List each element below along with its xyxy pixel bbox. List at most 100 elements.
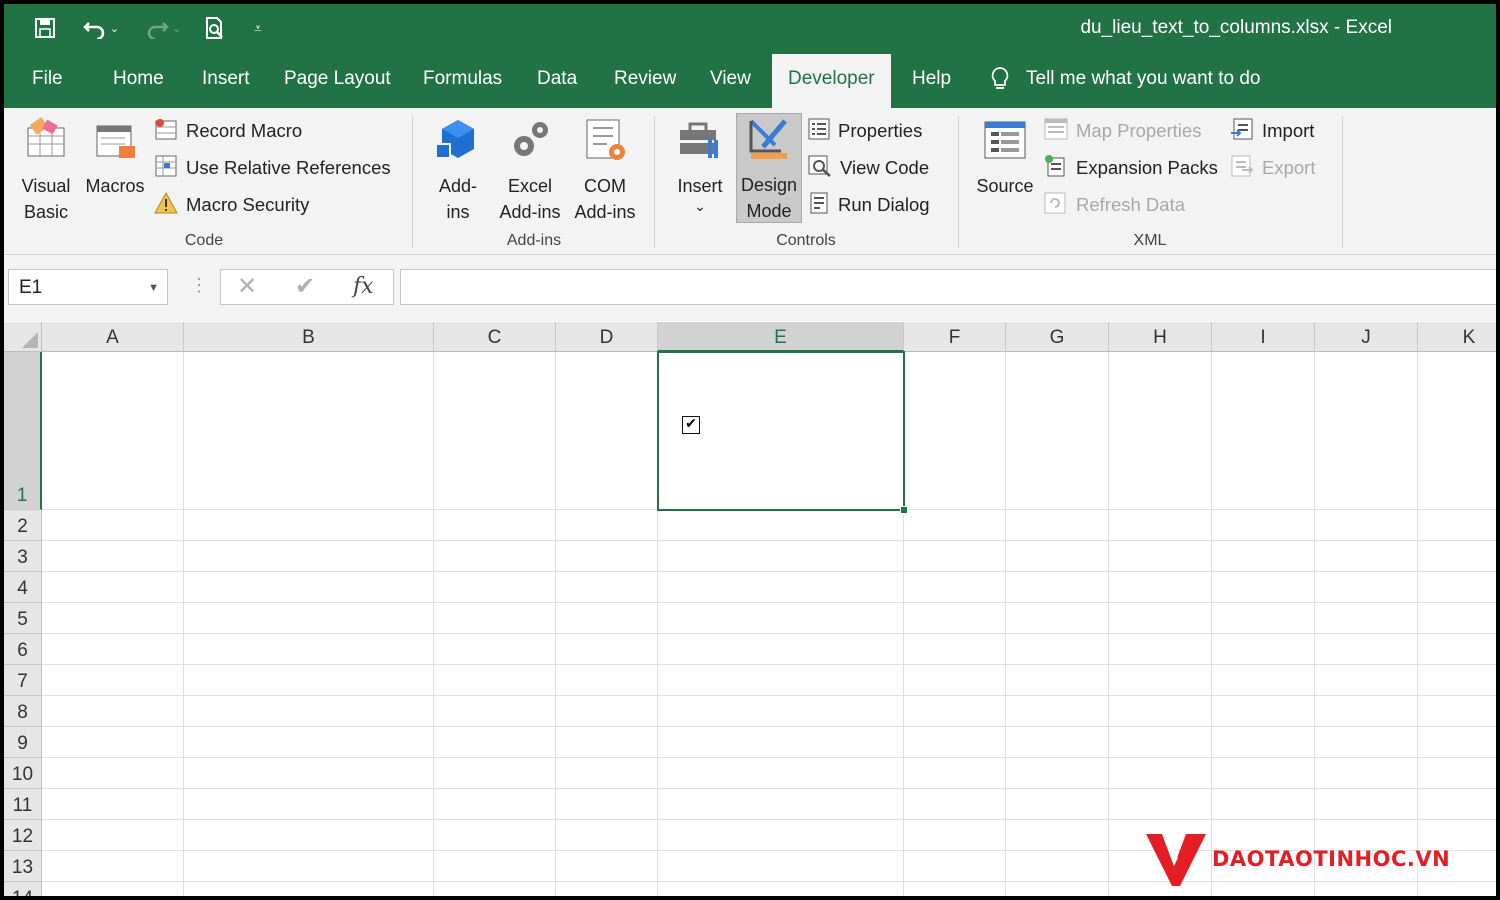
group-separator: [412, 116, 413, 248]
tab-insert[interactable]: Insert: [186, 54, 266, 108]
tell-me-search[interactable]: Tell me what you want to do: [990, 54, 1260, 104]
relative-references-icon: [154, 154, 178, 183]
column-header-e[interactable]: E: [658, 322, 904, 352]
column-header-k[interactable]: K: [1418, 322, 1496, 352]
gridline-horizontal: [42, 757, 1496, 758]
map-properties-button[interactable]: Map Properties: [1044, 116, 1201, 146]
group-separator: [1342, 116, 1343, 248]
com-addins-button[interactable]: COM Add-ins: [570, 116, 640, 225]
checkbox-control[interactable]: ✔: [682, 416, 700, 434]
formula-bar: E1 ▼ ⋮ ✕ ✔ fx: [4, 255, 1496, 321]
insert-function-icon[interactable]: fx: [353, 274, 374, 299]
enter-icon[interactable]: ✔: [295, 272, 315, 301]
watermark-logo: DAOTAOTINHOC.VN: [1144, 830, 1450, 888]
record-macro-button[interactable]: Record Macro: [154, 116, 302, 146]
daotaotinhoc-logo-icon: [1146, 834, 1206, 886]
formula-input[interactable]: [400, 269, 1496, 305]
addins-label-1: Add-: [438, 176, 478, 196]
column-header-i[interactable]: I: [1212, 322, 1315, 352]
gridline-vertical: [1108, 352, 1109, 896]
visual-basic-button[interactable]: Visual Basic: [14, 116, 78, 225]
row-header-12[interactable]: 12: [4, 820, 42, 851]
row-header-13[interactable]: 13: [4, 851, 42, 882]
import-button[interactable]: Import: [1230, 116, 1314, 146]
expansion-packs-label: Expansion Packs: [1076, 157, 1218, 178]
view-code-button[interactable]: View Code: [808, 153, 929, 183]
column-header-h[interactable]: H: [1109, 322, 1212, 352]
tab-home[interactable]: Home: [97, 54, 180, 108]
design-mode-button[interactable]: Design Mode: [736, 113, 802, 223]
chevron-down-icon[interactable]: ⌄: [110, 22, 119, 35]
run-dialog-icon: [808, 192, 830, 219]
group-label-controls: Controls: [776, 232, 836, 249]
row-header-2[interactable]: 2: [4, 510, 42, 541]
excel-window: ⌄ ⌄ ⩡ du_lieu_text_to_columns.xlsx - Exc…: [4, 4, 1496, 896]
tab-page-layout[interactable]: Page Layout: [268, 54, 407, 108]
xml-source-icon: [970, 116, 1040, 171]
tab-view[interactable]: View: [694, 54, 767, 108]
name-box[interactable]: E1 ▼: [8, 269, 168, 305]
row-header-9[interactable]: 9: [4, 727, 42, 758]
formula-bar-grip-icon[interactable]: ⋮: [190, 275, 208, 296]
excel-addins-button[interactable]: Excel Add-ins: [494, 116, 566, 225]
export-icon: [1230, 154, 1254, 183]
column-header-j[interactable]: J: [1315, 322, 1418, 352]
row-header-11[interactable]: 11: [4, 789, 42, 820]
worksheet-grid[interactable]: ABCDEFGHIJK1234567891011121314✔: [4, 322, 1496, 896]
insert-control-button[interactable]: Insert ⌄: [670, 116, 730, 213]
column-header-b[interactable]: B: [184, 322, 434, 352]
group-label-xml: XML: [1133, 232, 1167, 249]
row-header-3[interactable]: 3: [4, 541, 42, 572]
row-header-1[interactable]: 1: [4, 352, 42, 510]
row-header-4[interactable]: 4: [4, 572, 42, 603]
tab-file[interactable]: File: [16, 54, 79, 108]
addins-button[interactable]: Add- ins: [428, 116, 488, 225]
expansion-packs-button[interactable]: Expansion Packs: [1044, 153, 1218, 183]
row-header-8[interactable]: 8: [4, 696, 42, 727]
save-icon[interactable]: [30, 12, 60, 44]
excel-addins-label-1: Excel: [507, 176, 552, 196]
undo-icon[interactable]: ⌄: [76, 12, 126, 44]
column-header-f[interactable]: F: [904, 322, 1006, 352]
row-header-6[interactable]: 6: [4, 634, 42, 665]
gridline-vertical: [1211, 352, 1212, 896]
column-header-a[interactable]: A: [42, 322, 184, 352]
refresh-data-button[interactable]: Refresh Data: [1044, 190, 1185, 220]
properties-button[interactable]: Properties: [808, 116, 922, 146]
com-addins-label-1: COM: [584, 176, 626, 196]
fill-handle[interactable]: [900, 506, 908, 514]
run-dialog-button[interactable]: Run Dialog: [808, 190, 930, 220]
column-header-g[interactable]: G: [1006, 322, 1109, 352]
import-label: Import: [1262, 120, 1315, 141]
chevron-down-icon[interactable]: ▼: [148, 270, 159, 306]
map-properties-icon: [1044, 118, 1068, 145]
print-preview-icon[interactable]: [200, 12, 230, 44]
redo-icon[interactable]: ⌄: [138, 12, 188, 44]
title-bar: ⌄ ⌄ ⩡ du_lieu_text_to_columns.xlsx - Exc…: [4, 4, 1496, 108]
expansion-packs-icon: [1044, 154, 1068, 183]
gridline-horizontal: [42, 819, 1496, 820]
use-relative-references-button[interactable]: Use Relative References: [154, 153, 391, 183]
gridline-vertical: [183, 352, 184, 896]
macros-button[interactable]: Macros: [82, 116, 148, 199]
tab-formulas[interactable]: Formulas: [407, 54, 518, 108]
source-button[interactable]: Source: [970, 116, 1040, 199]
row-header-7[interactable]: 7: [4, 665, 42, 696]
tab-data[interactable]: Data: [521, 54, 593, 108]
column-header-d[interactable]: D: [556, 322, 658, 352]
tab-developer[interactable]: Developer: [772, 54, 891, 108]
tab-review[interactable]: Review: [598, 54, 692, 108]
customize-icon[interactable]: ⩡: [248, 12, 268, 44]
row-header-10[interactable]: 10: [4, 758, 42, 789]
select-all-button[interactable]: [4, 322, 42, 352]
macro-security-button[interactable]: Macro Security: [154, 190, 309, 220]
row-header-14[interactable]: 14: [4, 882, 42, 896]
gridline-vertical: [1314, 352, 1315, 896]
chevron-down-icon[interactable]: ⌄: [172, 22, 181, 35]
row-header-5[interactable]: 5: [4, 603, 42, 634]
export-button[interactable]: Export: [1230, 153, 1315, 183]
cancel-icon[interactable]: ✕: [237, 272, 257, 301]
group-separator: [654, 116, 655, 248]
column-header-c[interactable]: C: [434, 322, 556, 352]
tab-help[interactable]: Help: [896, 54, 967, 108]
